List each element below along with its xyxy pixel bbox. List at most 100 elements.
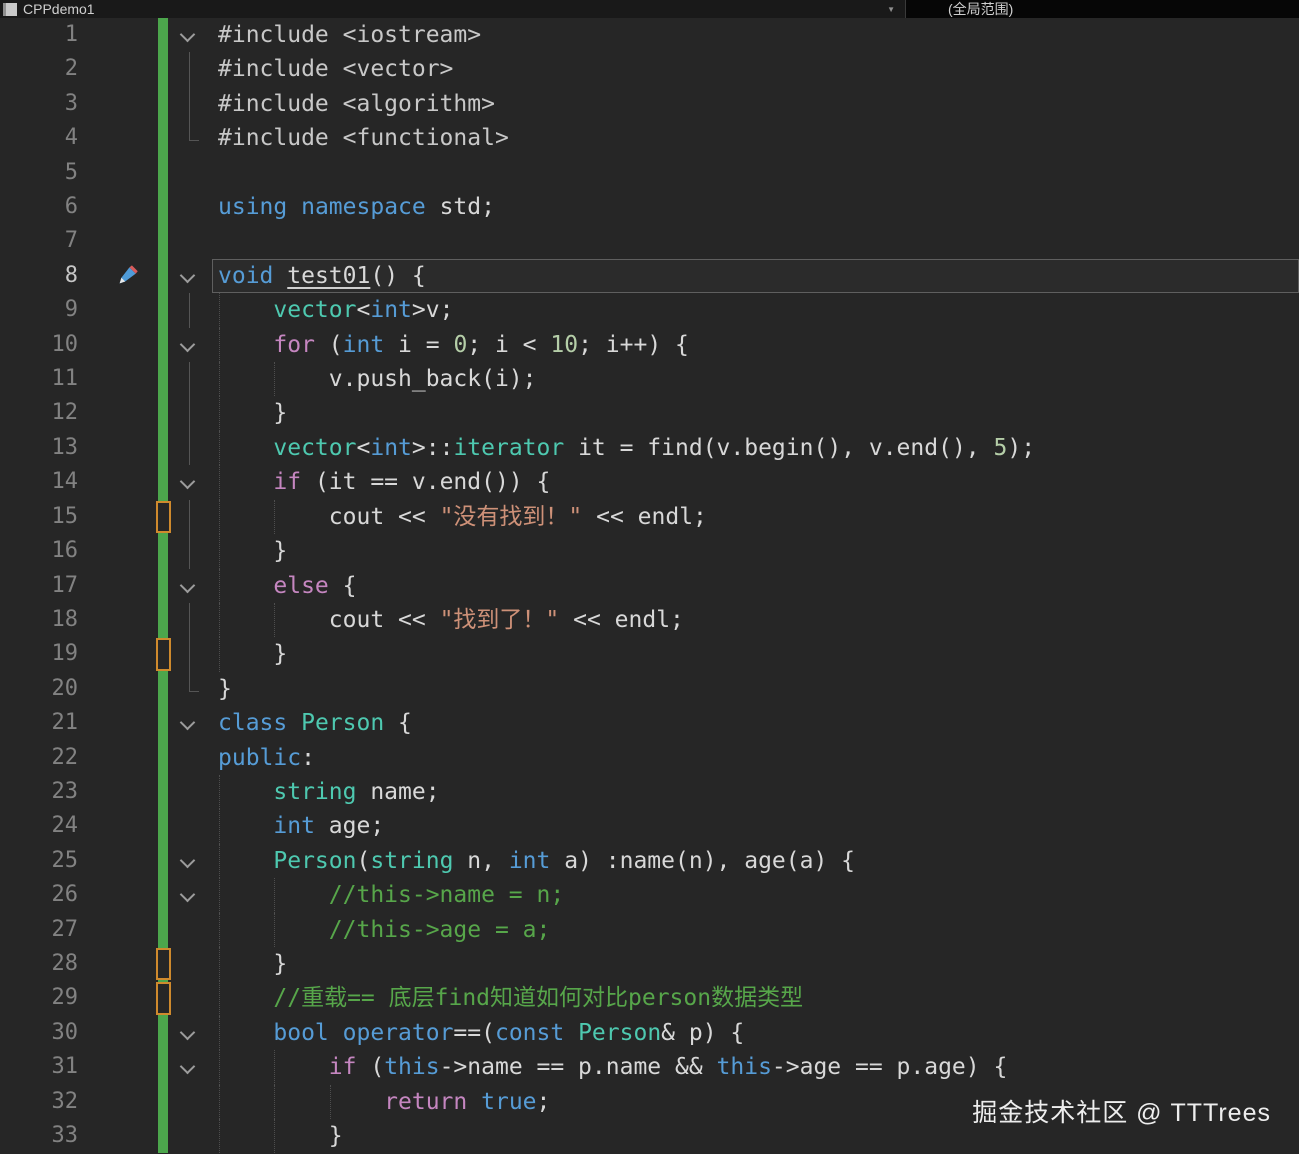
fold-column[interactable]: [168, 809, 212, 843]
code-content[interactable]: class Person {: [212, 706, 1299, 740]
git-change-indicator[interactable]: [158, 396, 168, 431]
code-line[interactable]: 19 }: [0, 637, 1299, 672]
fold-column[interactable]: [168, 844, 212, 878]
code-content[interactable]: Person(string n, int a) :name(n), age(a)…: [212, 843, 1299, 879]
code-line[interactable]: 31 if (this->name == p.name && this->age…: [0, 1050, 1299, 1085]
line-number[interactable]: 12: [0, 396, 79, 430]
code-line[interactable]: 5: [0, 155, 1299, 191]
code-content[interactable]: vector<int>v;: [212, 293, 1299, 328]
code-line[interactable]: 21 class Person {: [0, 706, 1299, 741]
line-number[interactable]: 3: [0, 87, 78, 121]
line-number[interactable]: 21: [0, 706, 79, 740]
line-number[interactable]: 16: [0, 534, 79, 568]
line-number[interactable]: 26: [0, 878, 79, 912]
code-line[interactable]: 18 cout << "找到了！" << endl;: [0, 602, 1299, 638]
git-change-indicator[interactable]: [158, 912, 168, 947]
fold-column[interactable]: [168, 224, 212, 258]
code-line[interactable]: 7: [0, 224, 1299, 259]
fold-column[interactable]: [168, 86, 212, 122]
fold-column[interactable]: [168, 293, 212, 328]
fold-column[interactable]: [168, 1119, 212, 1153]
git-change-indicator[interactable]: [158, 878, 168, 913]
fold-column[interactable]: [168, 1050, 212, 1084]
git-change-indicator[interactable]: [158, 843, 168, 879]
git-change-indicator[interactable]: [158, 190, 168, 225]
git-change-indicator[interactable]: [158, 602, 168, 638]
chevron-down-icon[interactable]: [179, 26, 196, 43]
code-content[interactable]: if (this->name == p.name && this->age ==…: [212, 1050, 1299, 1085]
code-area[interactable]: 1 #include <iostream> 2 #include <vector> 3 #…: [0, 18, 1299, 1154]
code-line[interactable]: 25 Person(string n, int a) :name(n), age…: [0, 843, 1299, 879]
code-content[interactable]: else {: [212, 568, 1299, 603]
code-line[interactable]: 2 #include <vector>: [0, 52, 1299, 87]
git-change-indicator[interactable]: [156, 499, 171, 535]
git-change-indicator[interactable]: [158, 293, 168, 328]
code-content[interactable]: void test01() {: [212, 258, 1299, 294]
chevron-down-icon[interactable]: [179, 1024, 196, 1041]
code-line[interactable]: 13 vector<int>::iterator it = find(v.beg…: [0, 430, 1299, 466]
code-line[interactable]: 10 for (int i = 0; i < 10; i++) {: [0, 327, 1299, 363]
chevron-down-icon[interactable]: [179, 1058, 196, 1075]
fold-column[interactable]: [168, 499, 212, 535]
code-content[interactable]: string name;: [212, 774, 1299, 810]
code-content[interactable]: }: [212, 534, 1299, 569]
code-line[interactable]: 8 void test01() {: [0, 258, 1299, 294]
code-content[interactable]: }: [212, 946, 1299, 982]
line-number[interactable]: 30: [0, 1016, 79, 1050]
chevron-down-icon[interactable]: [179, 474, 196, 490]
code-line[interactable]: 24 int age;: [0, 809, 1299, 844]
line-number[interactable]: 13: [0, 431, 79, 465]
git-change-indicator[interactable]: [158, 258, 168, 294]
code-content[interactable]: bool operator==(const Person& p) {: [212, 1015, 1299, 1051]
fold-column[interactable]: [168, 156, 212, 190]
chevron-down-icon[interactable]: [179, 886, 196, 903]
line-number[interactable]: 2: [0, 52, 78, 86]
code-line[interactable]: 30 bool operator==(const Person& p) {: [0, 1015, 1299, 1051]
fold-column[interactable]: [168, 465, 212, 499]
fold-column[interactable]: [168, 1016, 212, 1050]
line-number[interactable]: 11: [0, 362, 79, 396]
line-number[interactable]: 20: [0, 672, 79, 706]
git-change-indicator[interactable]: [158, 224, 168, 259]
git-change-indicator[interactable]: [158, 362, 168, 397]
git-change-indicator[interactable]: [158, 465, 168, 500]
fold-column[interactable]: [168, 52, 212, 87]
code-content[interactable]: [212, 156, 1299, 190]
code-line[interactable]: 3 #include <algorithm>: [0, 86, 1299, 122]
git-change-indicator[interactable]: [158, 155, 168, 191]
fold-column[interactable]: [168, 328, 212, 362]
code-line[interactable]: 29 //重载== 底层find知道如何对比person数据类型: [0, 981, 1299, 1016]
code-line[interactable]: 6 using namespace std;: [0, 190, 1299, 225]
code-line[interactable]: 20}: [0, 671, 1299, 707]
git-change-indicator[interactable]: [156, 981, 171, 1016]
fold-column[interactable]: [168, 741, 212, 775]
git-change-indicator[interactable]: [158, 774, 168, 810]
fold-column[interactable]: [168, 602, 212, 638]
line-number[interactable]: 19: [0, 637, 79, 671]
line-number[interactable]: 8: [0, 259, 78, 293]
scope-dropdown[interactable]: (全局范围): [906, 0, 1299, 18]
line-number[interactable]: 27: [0, 913, 79, 947]
code-content[interactable]: #include <iostream>: [212, 18, 1299, 52]
line-number[interactable]: 7: [0, 224, 78, 258]
line-number[interactable]: 1: [0, 18, 78, 52]
fold-column[interactable]: [168, 190, 212, 224]
git-change-indicator[interactable]: [158, 1119, 168, 1154]
fold-column[interactable]: [168, 981, 212, 1015]
code-content[interactable]: //重载== 底层find知道如何对比person数据类型: [212, 981, 1299, 1016]
fold-column[interactable]: [168, 671, 212, 706]
fold-column[interactable]: [168, 569, 212, 603]
fold-column[interactable]: [168, 706, 212, 740]
code-line[interactable]: 14 if (it == v.end()) {: [0, 465, 1299, 500]
code-content[interactable]: }: [212, 396, 1299, 431]
fold-column[interactable]: [168, 362, 212, 397]
line-number[interactable]: 24: [0, 809, 79, 843]
fold-column[interactable]: [168, 534, 212, 569]
code-content[interactable]: v.push_back(i);: [212, 362, 1299, 397]
git-change-indicator[interactable]: [158, 86, 168, 122]
code-content[interactable]: #include <algorithm>: [212, 87, 1299, 121]
code-content[interactable]: #include <functional>: [212, 121, 1299, 155]
code-line[interactable]: 16 }: [0, 534, 1299, 569]
fold-column[interactable]: [168, 775, 212, 809]
code-content[interactable]: cout << "找到了！" << endl;: [212, 602, 1299, 638]
